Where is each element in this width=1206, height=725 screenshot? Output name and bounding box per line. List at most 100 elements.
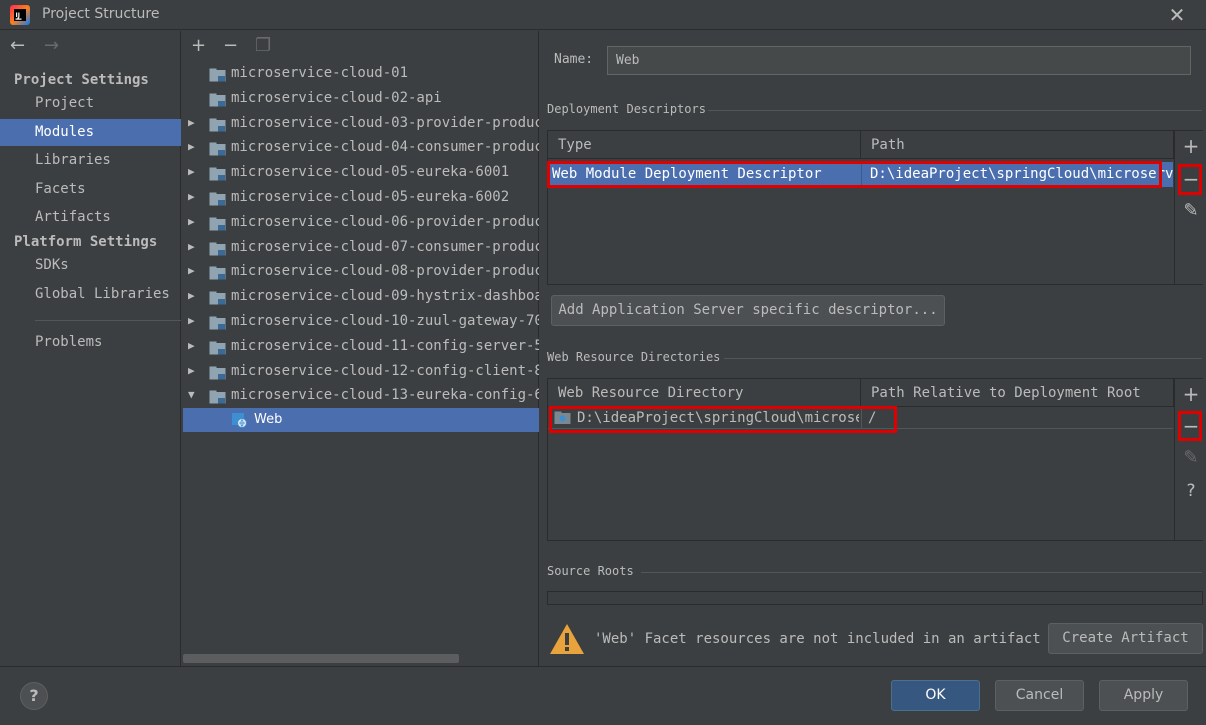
tree-row-label: Web [254,412,283,427]
module-folder-icon [209,66,227,82]
source-roots-list[interactable] [547,591,1203,605]
tree-row-module[interactable]: ▶ microservice-cloud-05-eureka-6001 [183,160,539,184]
tree-row-web-facet[interactable]: Web [183,408,539,432]
remove-module-icon[interactable]: − [223,35,238,56]
title-bar [0,0,1206,30]
expand-arrow-icon[interactable]: ▶ [188,235,195,259]
module-folder-icon [209,289,227,305]
nav-item-artifacts[interactable]: Artifacts [0,204,181,231]
module-folder-icon [209,240,227,256]
highlight-box-remove-web-resource [1178,411,1202,441]
module-folder-icon [209,116,227,132]
expand-arrow-icon[interactable]: ▶ [188,135,195,159]
cancel-button[interactable]: Cancel [995,680,1084,711]
nav-item-libraries[interactable]: Libraries [0,147,181,174]
nav-item-global-libraries[interactable]: Global Libraries [0,281,181,308]
nav-item-facets[interactable]: Facets [0,176,181,203]
nav-item-sdks[interactable]: SDKs [0,252,181,279]
tree-row-module[interactable]: ▼ microservice-cloud-13-eureka-config-600 [183,383,539,407]
tree-row-label: microservice-cloud-05-eureka-6001 [231,164,510,181]
footer-divider [0,666,1206,667]
module-folder-icon [209,165,227,181]
highlight-box-web-resource-row [549,406,897,433]
highlight-box-descriptor-row [547,161,1162,188]
web-facet-icon [231,412,249,428]
tree-row-module[interactable]: ▶ microservice-cloud-12-config-client-808 [183,359,539,383]
name-input[interactable] [607,46,1191,75]
expand-arrow-icon[interactable]: ▶ [188,359,195,383]
tree-row-module[interactable]: microservice-cloud-01 [183,61,539,85]
add-app-server-descriptor-button[interactable]: Add Application Server specific descript… [551,295,945,326]
apply-button[interactable]: Apply [1099,680,1188,711]
column-header-type[interactable]: Type [548,131,861,159]
section-divider [641,572,1202,573]
section-divider [724,358,1202,359]
help-icon[interactable]: ? [1176,479,1206,503]
add-descriptor-icon[interactable]: + [1176,134,1206,158]
tree-row-label: microservice-cloud-02-api [231,89,442,106]
nav-divider [35,320,181,321]
add-web-resource-icon[interactable]: + [1176,382,1206,406]
tree-row-module[interactable]: ▶ microservice-cloud-05-eureka-6002 [183,185,539,209]
tree-row-label: microservice-cloud-13-eureka-config-600 [231,387,539,404]
tree-row-label: microservice-cloud-09-hystrix-dashboard [231,288,539,305]
collapse-arrow-icon[interactable]: ▼ [188,383,195,407]
svg-text:IJ: IJ [16,12,20,19]
tree-row-module[interactable]: ▶ microservice-cloud-08-provider-product- [183,259,539,283]
add-module-icon[interactable]: + [191,35,206,56]
tree-row-module[interactable]: ▶ microservice-cloud-04-consumer-product- [183,135,539,159]
expand-arrow-icon[interactable]: ▶ [188,185,195,209]
expand-arrow-icon[interactable]: ▶ [188,111,195,135]
tree-row-label: microservice-cloud-04-consumer-product- [231,139,539,156]
help-button[interactable]: ? [20,682,48,710]
tree-row-module[interactable]: ▶ microservice-cloud-11-config-server-500 [183,334,539,358]
platform-settings-header: Platform Settings [14,234,158,250]
module-folder-icon [209,339,227,355]
column-header-path[interactable]: Path [861,131,1174,159]
deployment-descriptors-title: Deployment Descriptors [547,102,706,116]
tree-row-label: microservice-cloud-05-eureka-6002 [231,189,510,205]
back-arrow-icon[interactable]: ← [10,35,25,56]
tree-row-label: microservice-cloud-10-zuul-gateway-7001 [231,313,539,329]
expand-arrow-icon[interactable]: ▶ [188,210,195,234]
module-folder-icon [209,190,227,206]
tree-row-module[interactable]: ▶ microservice-cloud-07-consumer-product- [183,235,539,259]
intellij-app-icon: IJ [10,5,30,25]
module-folder-icon [209,140,227,156]
tree-row-module[interactable]: ▶ microservice-cloud-06-provider-product- [183,210,539,234]
nav-item-modules[interactable]: Modules [0,119,181,146]
create-artifact-button[interactable]: Create Artifact [1048,623,1203,654]
tree-row-label: microservice-cloud-11-config-server-500 [231,337,539,354]
expand-arrow-icon[interactable]: ▶ [188,334,195,358]
path-relative-cell: / [868,410,877,426]
module-folder-icon [209,215,227,231]
tree-row-module[interactable]: microservice-cloud-02-api [183,86,539,110]
ok-button[interactable]: OK [891,680,980,711]
column-header-path-relative[interactable]: Path Relative to Deployment Root [861,379,1174,407]
tree-row-module[interactable]: ▶ microservice-cloud-09-hystrix-dashboard [183,284,539,308]
nav-item-problems[interactable]: Problems [0,329,181,356]
forward-arrow-icon[interactable]: → [44,35,59,56]
module-folder-icon [209,314,227,330]
module-folder-icon [209,264,227,280]
tree-row-label: microservice-cloud-06-provider-product- [231,213,539,230]
tree-row-label: microservice-cloud-08-provider-product- [231,263,539,280]
expand-arrow-icon[interactable]: ▶ [188,309,195,333]
close-icon[interactable]: ✕ [1166,4,1188,26]
section-divider [708,110,1202,111]
expand-arrow-icon[interactable]: ▶ [188,284,195,308]
copy-module-icon[interactable]: ❐ [255,35,271,56]
module-folder-icon [209,91,227,107]
name-label: Name: [554,52,594,67]
column-header-web-resource-directory[interactable]: Web Resource Directory [548,379,861,407]
nav-item-project[interactable]: Project [0,90,181,117]
tree-row-module[interactable]: ▶ microservice-cloud-10-zuul-gateway-7001 [183,309,539,333]
tree-horizontal-scrollbar[interactable] [183,654,459,663]
highlight-box-remove-descriptor [1178,164,1202,195]
edit-descriptor-icon[interactable]: ✎ [1176,199,1206,223]
edit-web-resource-icon[interactable]: ✎ [1176,446,1206,470]
tree-row-module[interactable]: ▶ microservice-cloud-03-provider-product- [183,111,539,135]
expand-arrow-icon[interactable]: ▶ [188,259,195,283]
tree-row-label: microservice-cloud-12-config-client-808 [231,362,539,379]
expand-arrow-icon[interactable]: ▶ [188,160,195,184]
